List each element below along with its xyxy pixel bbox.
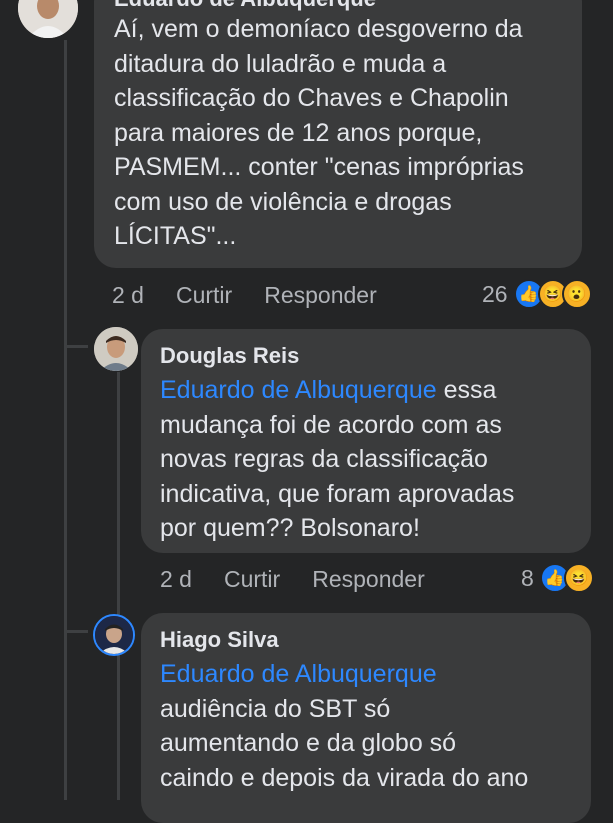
comment-author[interactable]: Eduardo de Albuquerque bbox=[114, 0, 562, 12]
comment-author[interactable]: Hiago Silva bbox=[160, 627, 572, 653]
comment-line: mudança foi de acordo com as bbox=[160, 410, 502, 439]
like-button[interactable]: Curtir bbox=[176, 282, 232, 309]
reply-button[interactable]: Responder bbox=[264, 282, 377, 309]
comment-bubble-hiago: Hiago Silva Eduardo de Albuquerque audiê… bbox=[141, 613, 591, 823]
comment-line: Aí, vem o demoníaco desgoverno da bbox=[114, 15, 523, 43]
reaction-summary[interactable]: 8 👍 😆 bbox=[521, 563, 594, 593]
comment-line: ditadura do luladrão e muda a bbox=[114, 49, 447, 78]
comment-bubble-douglas: Douglas Reis Eduardo de Albuquerque essa… bbox=[141, 329, 591, 553]
comment-line: classificação do Chaves e Chapolin bbox=[114, 84, 509, 112]
comment-timestamp[interactable]: 2 d bbox=[160, 566, 192, 593]
comment-line: por quem?? Bolsonaro! bbox=[160, 514, 420, 542]
reaction-count: 26 bbox=[482, 280, 508, 307]
comment-author[interactable]: Douglas Reis bbox=[160, 343, 572, 369]
comment-text: Aí, vem o demoníaco desgoverno da ditadu… bbox=[114, 12, 562, 254]
mention-link[interactable]: Eduardo de Albuquerque bbox=[160, 660, 437, 688]
comment-line: Eduardo de Albuquerque essa bbox=[160, 373, 572, 408]
comment-text: Eduardo de Albuquerque audiência do SBT … bbox=[160, 657, 572, 795]
comment-line: indicativa, que foram aprovadas bbox=[160, 479, 515, 508]
comment-line: caindo e depois da virada do ano bbox=[160, 763, 529, 792]
comment-timestamp[interactable]: 2 d bbox=[112, 282, 144, 309]
comment-line: com uso de violência e drogas bbox=[114, 187, 452, 216]
like-button[interactable]: Curtir bbox=[224, 566, 280, 593]
wow-icon: 😮 bbox=[561, 279, 592, 309]
comment-line: PASMEM... conter "cenas impróprias bbox=[114, 153, 524, 181]
comment-line: Eduardo de Albuquerque bbox=[160, 657, 572, 692]
comment-line-rest: essa bbox=[436, 376, 497, 404]
comment-actions: 2 d Curtir Responder bbox=[112, 282, 377, 309]
reply-button[interactable]: Responder bbox=[312, 566, 425, 593]
avatar-eduardo[interactable] bbox=[18, 0, 78, 38]
thread-line-branch-1 bbox=[64, 345, 88, 348]
comment-actions: 2 d Curtir Responder bbox=[160, 566, 425, 593]
comment-line: novas regras da classificação bbox=[160, 445, 488, 473]
mention-link[interactable]: Eduardo de Albuquerque bbox=[160, 376, 437, 404]
comment-line: audiência do SBT só bbox=[160, 694, 391, 723]
haha-icon: 😆 bbox=[563, 563, 594, 593]
comment-bubble-eduardo: Eduardo de Albuquerque Aí, vem o demonía… bbox=[94, 0, 582, 268]
thread-line-sub bbox=[117, 372, 120, 800]
comment-line: para maiores de 12 anos porque, bbox=[114, 118, 483, 147]
reaction-summary[interactable]: 26 👍 😆 😮 bbox=[482, 279, 592, 309]
thread-line-branch-2 bbox=[64, 630, 88, 633]
avatar-hiago[interactable] bbox=[93, 614, 135, 656]
avatar-douglas[interactable] bbox=[94, 327, 138, 371]
reaction-count: 8 bbox=[521, 564, 534, 591]
comment-line: aumentando e da globo só bbox=[160, 729, 457, 757]
comment-text: Eduardo de Albuquerque essa mudança foi … bbox=[160, 373, 572, 546]
thread-line-main bbox=[64, 40, 67, 800]
comment-line: LÍCITAS"... bbox=[114, 222, 237, 250]
